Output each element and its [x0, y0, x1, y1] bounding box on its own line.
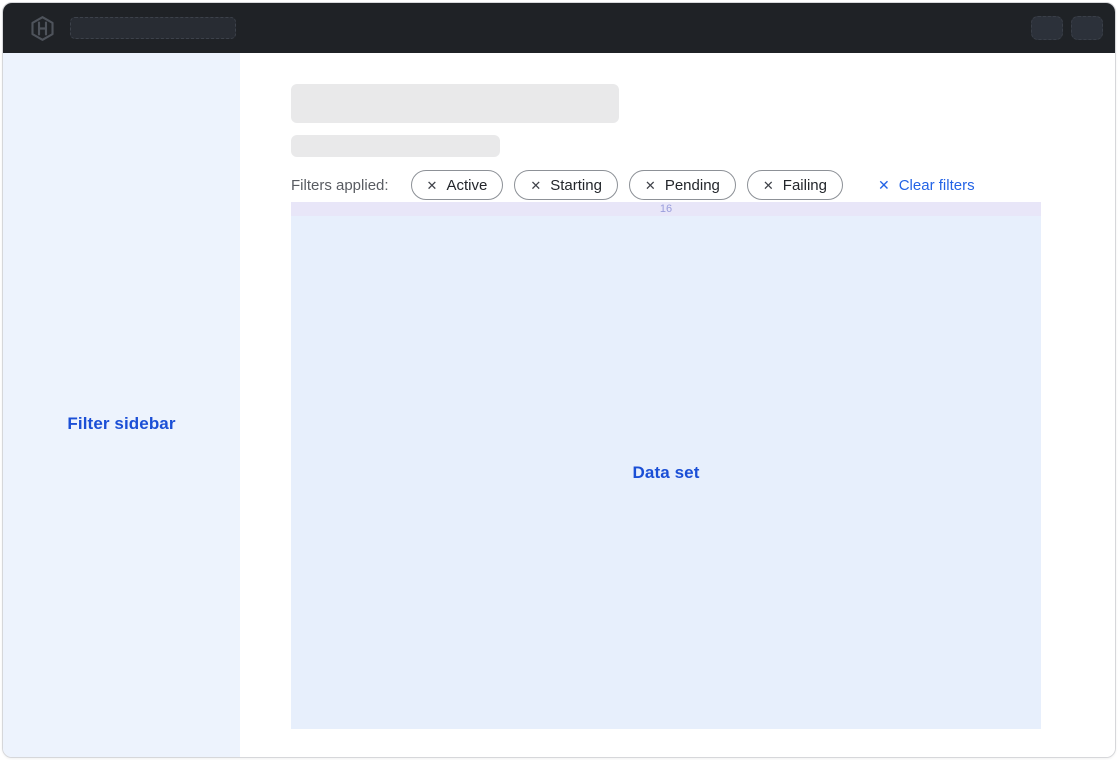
filter-chip-label: Active — [446, 177, 487, 194]
filter-sidebar: Filter sidebar — [3, 53, 240, 757]
filter-chip-active[interactable]: ✕ Active — [411, 170, 504, 200]
app-window: Filter sidebar Filters applied: ✕ Active… — [2, 2, 1116, 758]
filter-chip-pending[interactable]: ✕ Pending — [629, 170, 736, 200]
clear-filters-icon: ✕ — [878, 178, 890, 192]
clear-filters-link[interactable]: ✕ Clear filters — [878, 177, 975, 194]
filter-sidebar-label: Filter sidebar — [67, 414, 175, 434]
dataset-label: Data set — [633, 463, 700, 483]
topbar — [3, 3, 1115, 53]
main-content: Filters applied: ✕ Active ✕ Starting ✕ P… — [240, 53, 1115, 757]
filter-chip-label: Pending — [665, 177, 720, 194]
selected-row-indicator[interactable]: 16 — [291, 202, 1041, 216]
global-search-input[interactable] — [70, 17, 236, 39]
clear-filters-label: Clear filters — [899, 177, 975, 194]
remove-filter-icon[interactable]: ✕ — [530, 179, 541, 192]
filter-chip-starting[interactable]: ✕ Starting — [514, 170, 618, 200]
remove-filter-icon[interactable]: ✕ — [427, 179, 438, 192]
hashicorp-logo-icon — [29, 15, 56, 42]
filters-applied-row: Filters applied: ✕ Active ✕ Starting ✕ P… — [291, 170, 1115, 200]
topbar-action-button-1[interactable] — [1031, 16, 1063, 40]
filter-chip-label: Starting — [550, 177, 602, 194]
filters-applied-label: Filters applied: — [291, 177, 389, 194]
remove-filter-icon[interactable]: ✕ — [763, 179, 774, 192]
filter-chip-failing[interactable]: ✕ Failing — [747, 170, 843, 200]
topbar-action-button-2[interactable] — [1071, 16, 1103, 40]
filter-chip-label: Failing — [783, 177, 827, 194]
page-subtitle-placeholder — [291, 135, 500, 157]
selected-row-count: 16 — [660, 204, 672, 215]
dataset-area: Data set — [291, 216, 1041, 729]
body-row: Filter sidebar Filters applied: ✕ Active… — [3, 53, 1115, 757]
page-title-placeholder — [291, 84, 619, 123]
remove-filter-icon[interactable]: ✕ — [645, 179, 656, 192]
